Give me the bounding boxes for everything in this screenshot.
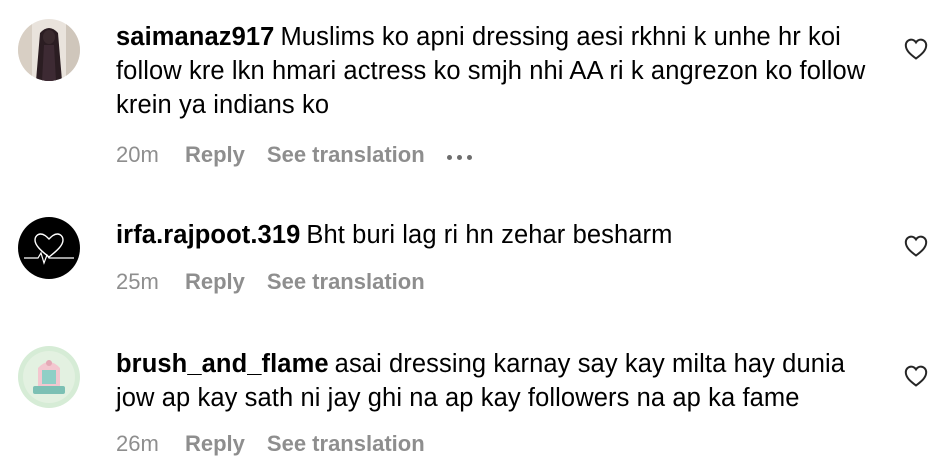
comments-list: saimanaz917 Muslims ko apni dressing aesi… [0, 0, 940, 471]
see-translation-button[interactable]: See translation [267, 269, 425, 294]
avatar[interactable] [18, 217, 80, 279]
comment-text-block: brush_and_flame asai dressing karnay say … [116, 347, 876, 415]
comment-meta: 20m Reply See translation [116, 142, 477, 169]
reply-button[interactable]: Reply [185, 269, 245, 294]
see-translation-button[interactable]: See translation [267, 431, 425, 456]
more-options-icon[interactable] [446, 140, 477, 166]
username[interactable]: saimanaz917 [116, 23, 274, 51]
timestamp: 26m [116, 431, 159, 456]
username[interactable]: irfa.rajpoot.319 [116, 221, 300, 249]
timestamp: 25m [116, 269, 159, 294]
comment-text-block: saimanaz917 Muslims ko apni dressing aesi… [116, 20, 876, 122]
reply-button[interactable]: Reply [185, 431, 245, 456]
timestamp: 20m [116, 142, 159, 167]
reply-button[interactable]: Reply [185, 142, 245, 167]
username[interactable]: brush_and_flame [116, 350, 329, 378]
heart-outline-icon[interactable] [904, 365, 928, 387]
comment-meta: 25m Reply See translation [116, 269, 425, 295]
see-translation-button[interactable]: See translation [267, 142, 425, 167]
comment-meta: 26m Reply See translation [116, 431, 425, 457]
heart-outline-icon[interactable] [904, 235, 928, 257]
comment-text: Bht buri lag ri hn zehar besharm [306, 221, 673, 249]
comment-text-block: irfa.rajpoot.319 Bht buri lag ri hn zehar… [116, 218, 876, 252]
avatar[interactable] [18, 19, 80, 81]
avatar[interactable] [18, 346, 80, 408]
heart-outline-icon[interactable] [904, 38, 928, 60]
